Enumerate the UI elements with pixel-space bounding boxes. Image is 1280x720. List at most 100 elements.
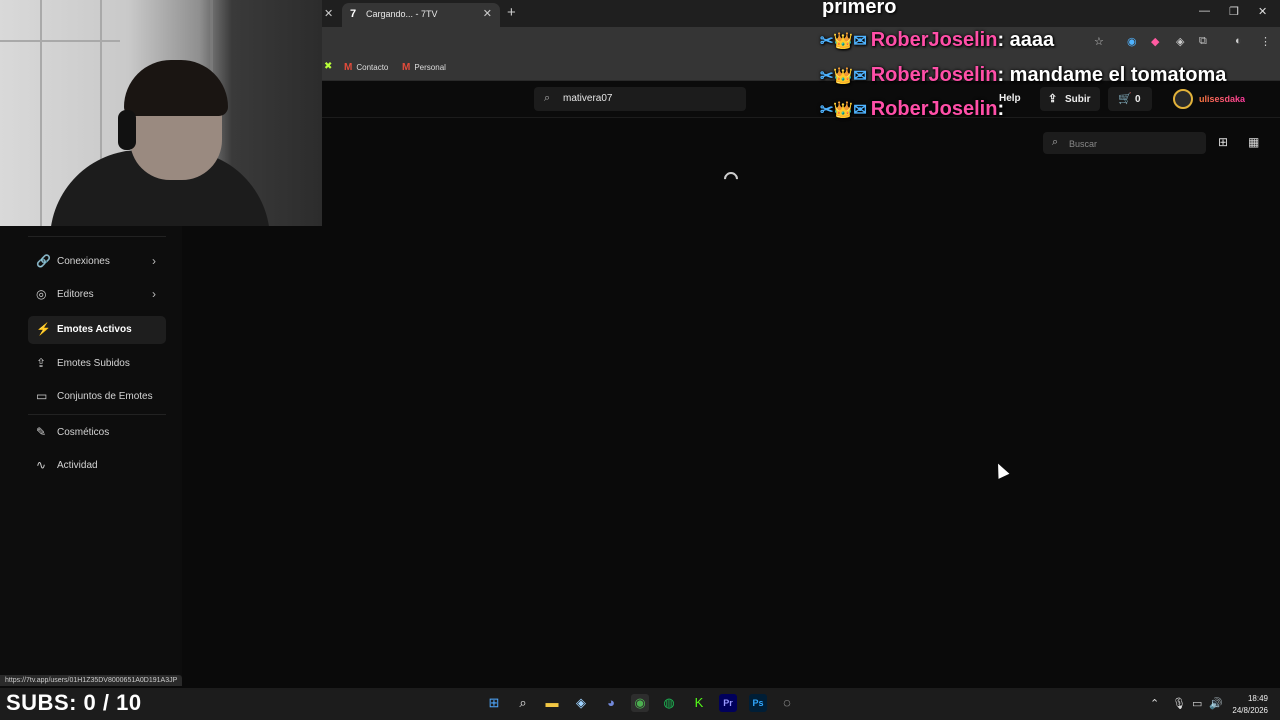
gmail-icon: M bbox=[344, 62, 353, 73]
bookmark-label: Contacto bbox=[356, 63, 389, 72]
brush-icon: ✎ bbox=[36, 425, 47, 439]
chat-message: ✂👑✉ RoberJoselin: mandame el tomatoma bbox=[820, 64, 1226, 87]
cart-count: 0 bbox=[1135, 94, 1141, 105]
spotify-icon[interactable]: ◍ bbox=[660, 694, 678, 712]
sidebar-item-conexiones[interactable]: 🔗 Conexiones › bbox=[28, 248, 166, 276]
chat-message-fragment: primero bbox=[822, 0, 897, 18]
grid-view-icon[interactable]: ⊞ bbox=[1218, 135, 1228, 149]
table-view-icon[interactable]: ▦ bbox=[1248, 135, 1259, 149]
sidebar-divider bbox=[28, 236, 166, 237]
sidebar-item-editores[interactable]: ◎ Editores › bbox=[28, 281, 166, 309]
sidebar-item-label: Cosméticos bbox=[57, 427, 110, 438]
settings-sidebar: 🔗 Conexiones › ◎ Editores › ⚡ Emotes Act… bbox=[0, 226, 182, 676]
avatar[interactable] bbox=[1173, 89, 1193, 109]
sidebar-divider bbox=[28, 414, 166, 415]
menu-kebab-icon[interactable]: ⋮ bbox=[1260, 35, 1271, 48]
webcam-overlay bbox=[0, 0, 322, 226]
network-icon[interactable]: ▭ bbox=[1192, 697, 1202, 710]
puzzle-icon[interactable]: ⧉ bbox=[1199, 35, 1207, 48]
star-icon[interactable]: ☆ bbox=[1094, 35, 1104, 48]
upload-button[interactable]: ⇪ Subir bbox=[1040, 87, 1100, 111]
bookmark-contacto[interactable]: M Contacto bbox=[344, 62, 388, 73]
link-icon: 🔗 bbox=[36, 254, 51, 268]
sidebar-item-label: Actividad bbox=[57, 460, 98, 471]
bolt-icon: ⚡ bbox=[36, 322, 51, 336]
search-value: mativera07 bbox=[563, 93, 613, 104]
extension-icon[interactable]: ◈ bbox=[1176, 35, 1184, 48]
extension-icon[interactable]: ◆ bbox=[1151, 35, 1159, 48]
loading-spinner-icon bbox=[721, 169, 741, 189]
user-search-input[interactable]: ⌕ mativera07 bbox=[534, 87, 746, 111]
chrome-icon[interactable]: ◉ bbox=[631, 694, 649, 712]
upload-icon: ⇪ bbox=[36, 356, 47, 370]
tray-chevron-icon[interactable]: ⌃ bbox=[1150, 697, 1159, 710]
mouse-cursor-icon bbox=[992, 461, 1010, 479]
sidebar-item-label: Emotes Subidos bbox=[57, 358, 130, 369]
gmail-icon: M bbox=[402, 62, 411, 73]
app-icon[interactable]: ◌ bbox=[778, 694, 796, 712]
sidebar-item-label: Emotes Activos bbox=[57, 324, 132, 335]
minimize-icon[interactable]: — bbox=[1199, 5, 1210, 17]
premiere-icon[interactable]: Pr bbox=[719, 694, 737, 712]
kick-icon[interactable]: K bbox=[690, 694, 708, 712]
7tv-favicon-icon: 7 bbox=[350, 8, 357, 20]
headset bbox=[118, 110, 136, 150]
link-status-url: https://7tv.app/users/01H1Z35DV8000651A0… bbox=[0, 675, 183, 686]
steam-icon[interactable]: ◈ bbox=[572, 694, 590, 712]
search-icon[interactable]: ⌕ bbox=[514, 694, 532, 712]
chat-badges-icon: ✂👑✉ bbox=[820, 102, 867, 119]
cart-icon: 🛒 bbox=[1118, 93, 1132, 105]
sidebar-item-cosmeticos[interactable]: ✎ Cosméticos bbox=[28, 419, 166, 447]
subs-counter: SUBS: 0 / 10 bbox=[6, 690, 142, 715]
new-tab-icon[interactable]: + bbox=[507, 4, 516, 21]
chevron-right-icon: › bbox=[152, 254, 156, 268]
door-panel-line bbox=[0, 40, 120, 42]
browser-tab-active[interactable]: 7 Cargando... - 7TV ✕ bbox=[342, 3, 500, 27]
taskbar-clock[interactable]: 18:49 24/8/2026 bbox=[1226, 693, 1268, 717]
chat-text: : mandame el tomatoma bbox=[997, 64, 1227, 86]
sidebar-item-emotes-subidos[interactable]: ⇪ Emotes Subidos bbox=[28, 350, 166, 378]
profile-icon[interactable]: ◐ bbox=[1235, 35, 1242, 47]
user-circle-icon: ◎ bbox=[36, 287, 47, 301]
chat-text: : aaaa bbox=[997, 29, 1055, 51]
folder-icon: ▭ bbox=[36, 389, 48, 403]
sidebar-item-conjuntos-de-emotes[interactable]: ▭ Conjuntos de Emotes bbox=[28, 383, 166, 411]
apps-icon[interactable]: ✖ bbox=[324, 61, 332, 72]
chevron-right-icon: › bbox=[152, 287, 156, 301]
chat-username: RoberJoselin bbox=[870, 64, 998, 86]
upload-icon: ⇪ bbox=[1048, 93, 1058, 105]
file-explorer-icon[interactable]: ▬ bbox=[543, 694, 561, 712]
clock-time: 18:49 bbox=[1247, 694, 1268, 703]
close-window-icon[interactable]: ✕ bbox=[1258, 5, 1267, 18]
chat-username: RoberJoselin bbox=[870, 98, 998, 120]
cart-button[interactable]: 🛒 0 bbox=[1108, 87, 1152, 111]
chat-text: : bbox=[997, 98, 1005, 120]
microphone-icon[interactable]: 🎙 bbox=[1172, 697, 1186, 710]
sidebar-item-actividad[interactable]: ∿ Actividad bbox=[28, 452, 166, 480]
upload-label: Subir bbox=[1065, 94, 1091, 105]
search-icon: ⌕ bbox=[1052, 136, 1059, 148]
tab-title: Cargando... - 7TV bbox=[366, 9, 438, 19]
close-icon[interactable]: ✕ bbox=[483, 7, 492, 20]
chat-message: ✂👑✉ RoberJoselin: aaaa bbox=[820, 29, 1054, 52]
close-icon[interactable]: ✕ bbox=[324, 7, 333, 20]
door-panel-line bbox=[40, 0, 42, 226]
username[interactable]: ulisesdaka bbox=[1199, 94, 1245, 104]
bookmark-personal[interactable]: M Personal bbox=[402, 62, 446, 73]
discord-icon[interactable]: ◕ bbox=[602, 694, 620, 712]
restore-icon[interactable]: ❐ bbox=[1229, 5, 1239, 18]
volume-icon[interactable]: 🔊 bbox=[1209, 697, 1223, 710]
emote-search-field[interactable]: ⌕ bbox=[1043, 132, 1206, 154]
photoshop-icon[interactable]: Ps bbox=[749, 694, 767, 712]
bookmark-label: Personal bbox=[414, 63, 446, 72]
extension-icon[interactable]: ◉ bbox=[1127, 35, 1137, 48]
sidebar-item-emotes-activos[interactable]: ⚡ Emotes Activos bbox=[28, 316, 166, 344]
clock-date: 24/8/2026 bbox=[1232, 706, 1268, 715]
windows-start-icon[interactable]: ⊞ bbox=[485, 694, 503, 712]
chat-badges-icon: ✂👑✉ bbox=[820, 68, 867, 85]
sidebar-item-label: Conjuntos de Emotes bbox=[57, 391, 153, 402]
chat-message: ✂👑✉ RoberJoselin: bbox=[820, 98, 1004, 121]
search-icon: ⌕ bbox=[544, 92, 551, 104]
emote-search-input[interactable] bbox=[1067, 135, 1201, 153]
chat-badges-icon: ✂👑✉ bbox=[820, 33, 867, 50]
